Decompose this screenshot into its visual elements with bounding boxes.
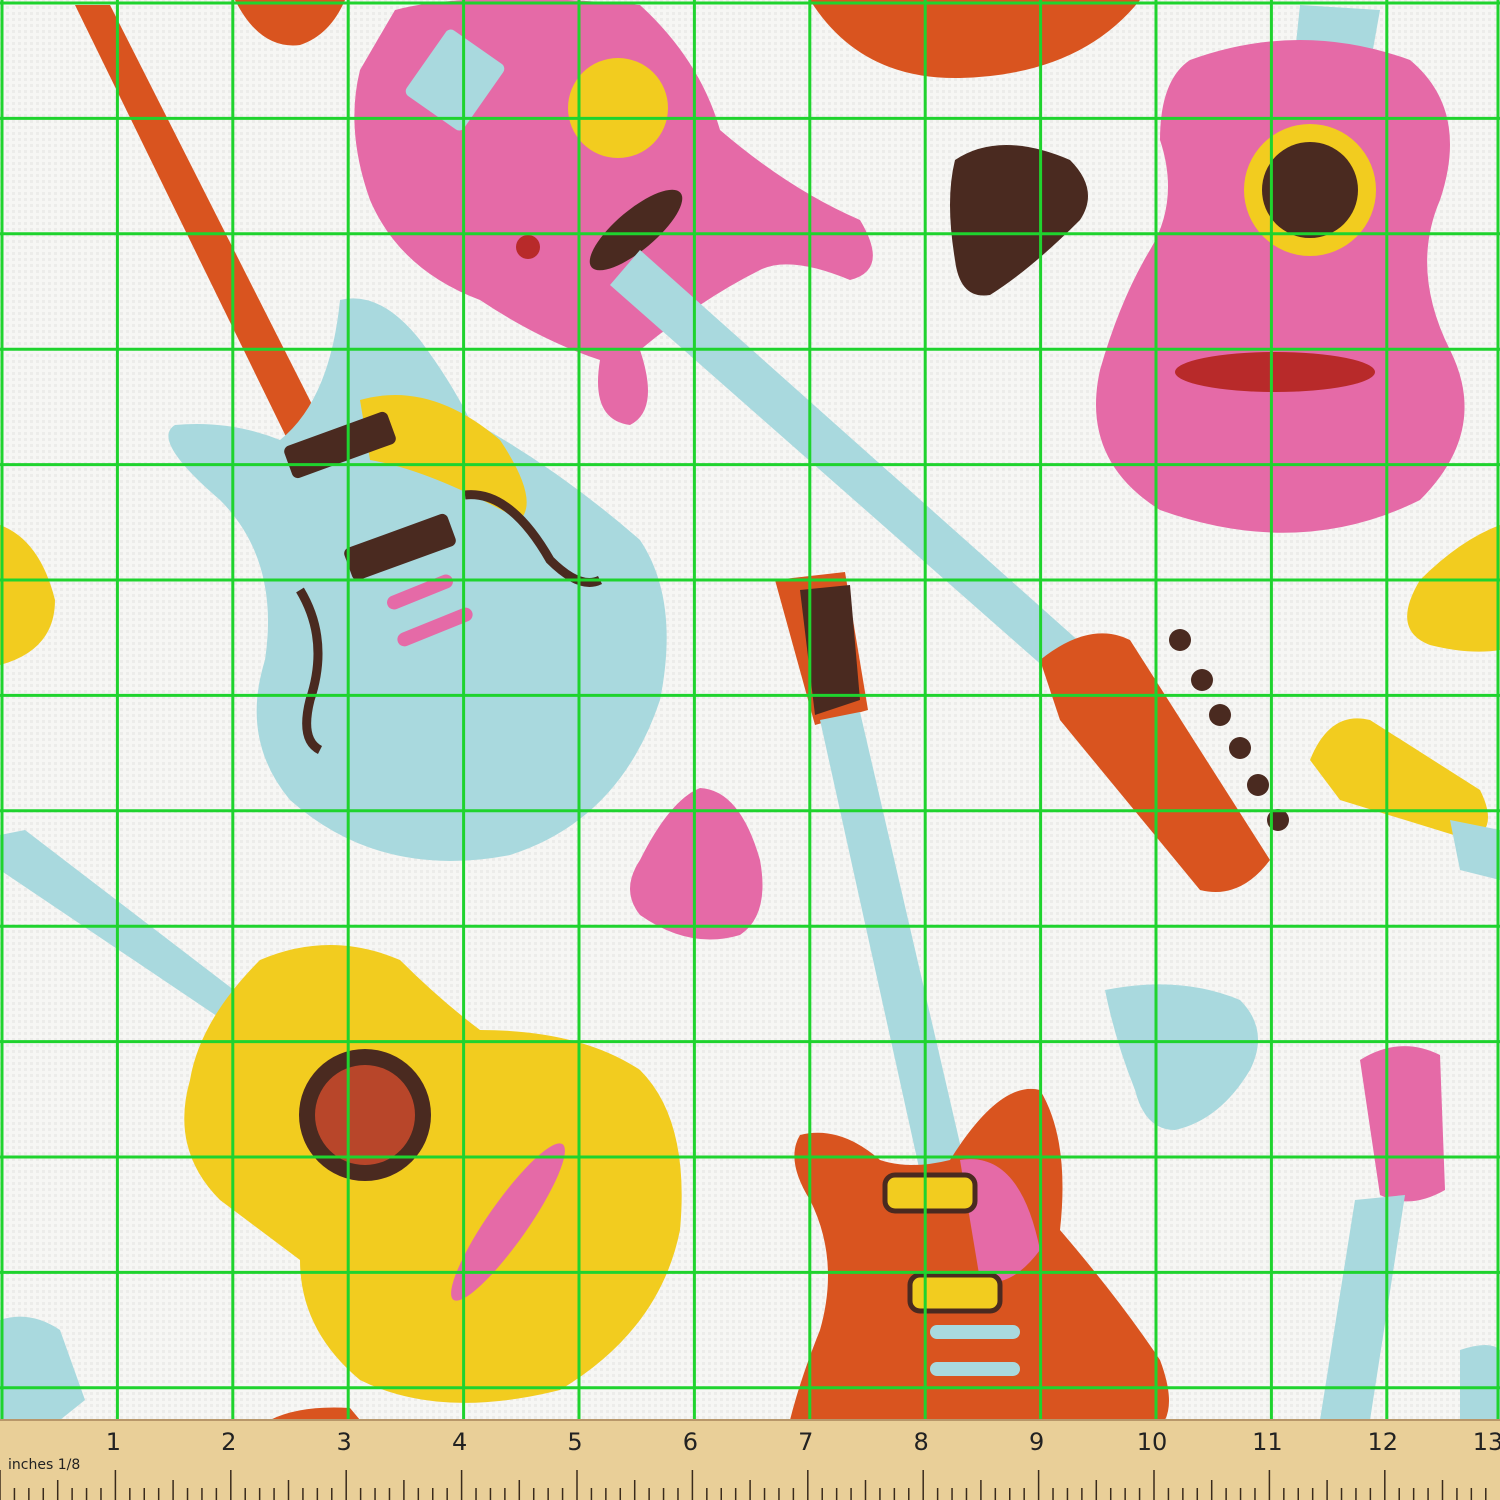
ruler-number: 9	[1028, 1428, 1045, 1456]
ruler-number: 2	[221, 1428, 237, 1456]
ruler-unit-label: inches 1/8	[8, 1457, 81, 1473]
ruler-number: 7	[798, 1428, 814, 1456]
ruler-number: 13	[1472, 1428, 1500, 1456]
ruler-number: 1	[105, 1428, 122, 1456]
ruler-number: 6	[682, 1428, 699, 1456]
ruler-number: 11	[1252, 1428, 1283, 1456]
pink-guitar-yellow-disc	[568, 58, 668, 158]
ruler-number: 5	[567, 1428, 583, 1456]
ruler-number: 4	[451, 1428, 468, 1456]
ruler-number: 10	[1136, 1428, 1168, 1456]
ruler-number: 3	[336, 1428, 352, 1456]
light-blue-fragment-right	[1460, 1345, 1500, 1420]
fabric-swatch: 1 2 3 4 5 6 7 8 9 10 11 12 13 inches 1/8	[0, 0, 1500, 1500]
ruler-number: 8	[913, 1428, 929, 1456]
ruler-number: 12	[1367, 1428, 1399, 1456]
guitar-pattern	[0, 0, 1500, 1500]
